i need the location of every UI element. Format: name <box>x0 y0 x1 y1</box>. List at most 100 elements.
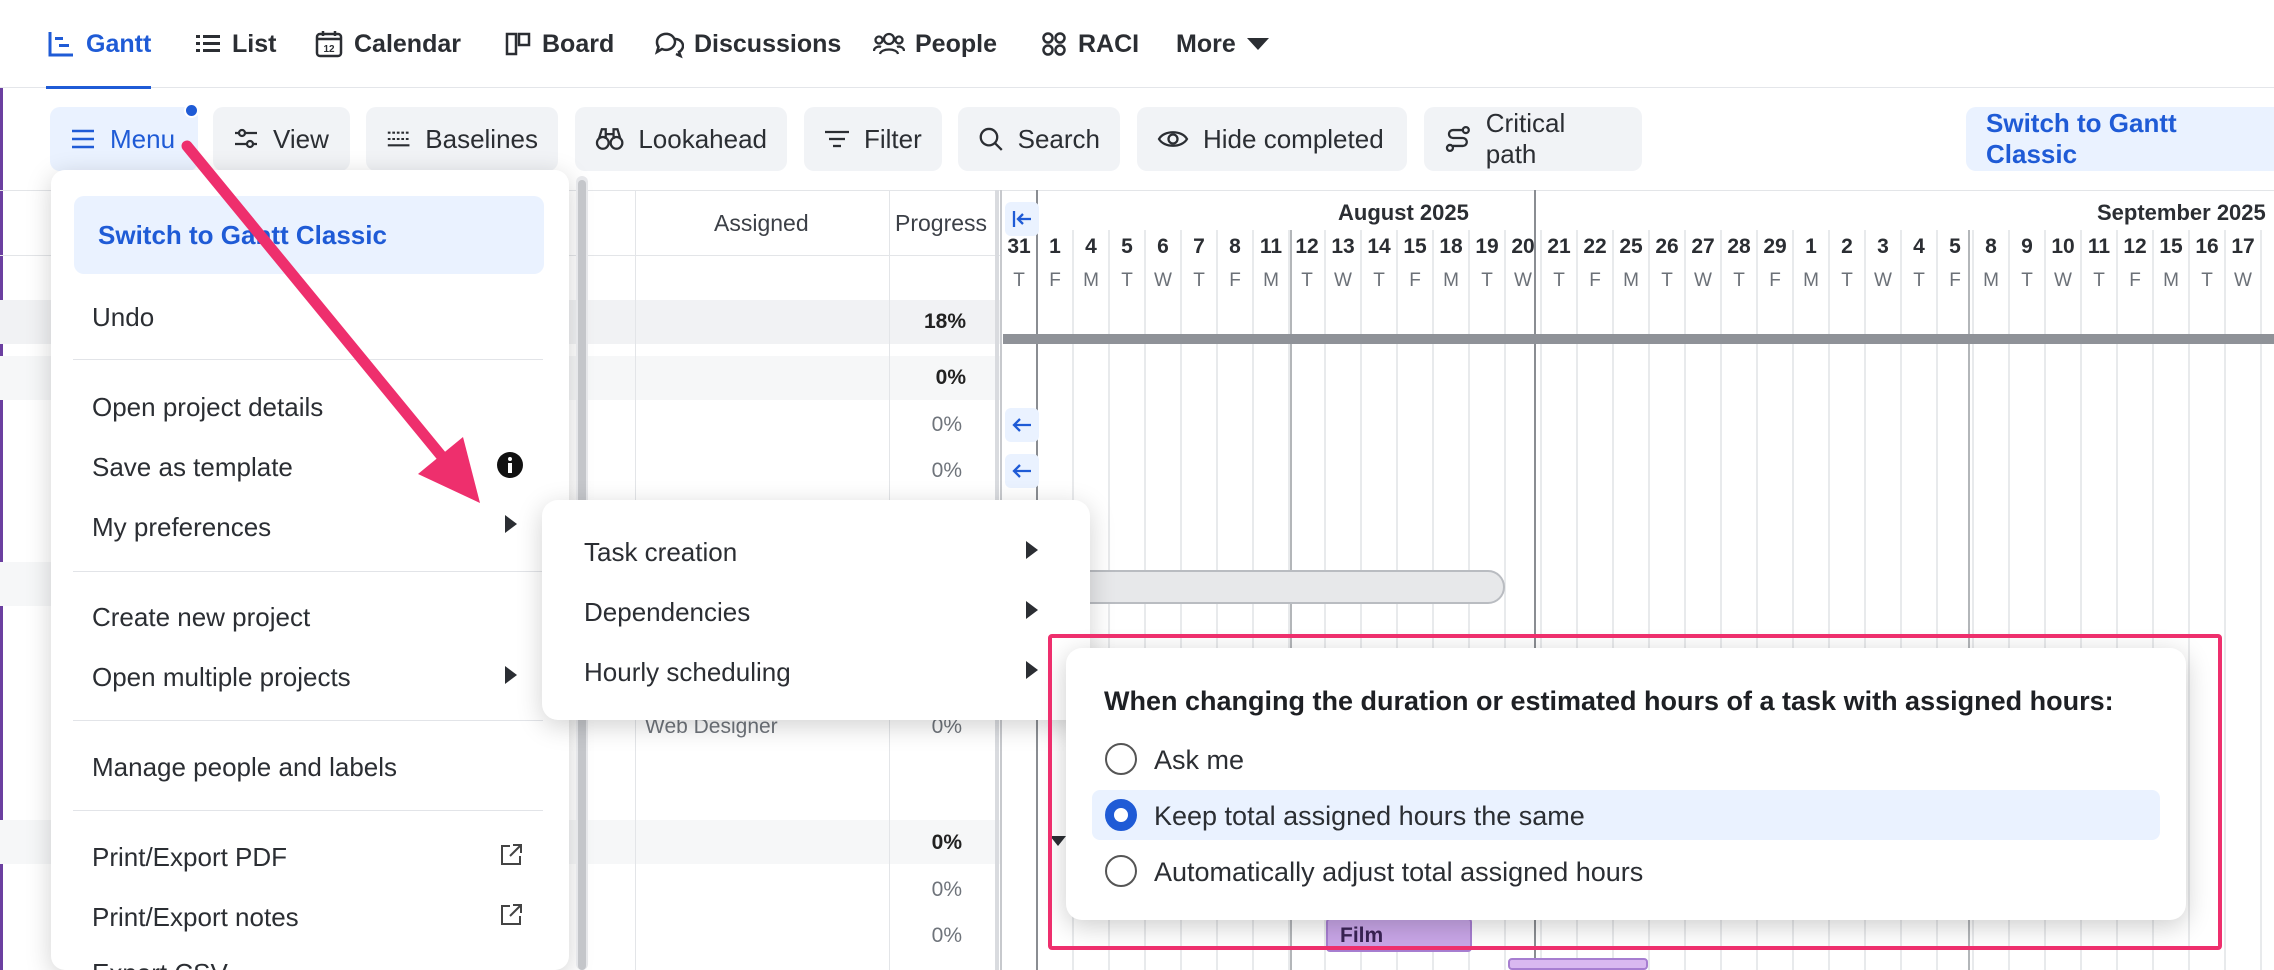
search-icon <box>979 127 1003 151</box>
tab-gantt[interactable]: Gantt <box>46 0 152 89</box>
tab-discussions[interactable]: Discussions <box>654 0 841 88</box>
tab-list[interactable]: List <box>194 0 276 88</box>
gantt-day-letter: T <box>1553 270 1565 291</box>
menu-item-save-as-template[interactable]: Save as template <box>92 452 293 483</box>
gantt-day-number: 17 <box>2231 235 2255 258</box>
baselines-button[interactable]: Baselines <box>366 107 558 171</box>
gantt-day-letter: F <box>1949 270 1961 291</box>
progress-cell: 0% <box>931 924 962 947</box>
critical-path-button[interactable]: Critical path <box>1424 107 1642 171</box>
gantt-day-letter: F <box>1229 270 1241 291</box>
arrow-left-icon <box>1012 464 1031 478</box>
lookahead-button-label: Lookahead <box>638 123 767 154</box>
col-header-assigned[interactable]: Assigned <box>714 210 809 237</box>
gantt-day-letter: T <box>1733 270 1745 291</box>
menu-item-undo[interactable]: Undo <box>92 302 154 333</box>
collapse-left-button[interactable] <box>1005 202 1039 236</box>
submenu-arrow-icon <box>1026 541 1038 559</box>
gantt-day-letter: W <box>1154 270 1172 291</box>
gantt-day-letter: F <box>1049 270 1061 291</box>
switch-classic-button[interactable]: Switch to Gantt Classic <box>1966 107 2274 171</box>
calendar-icon-text: 12 <box>323 44 335 55</box>
gantt-day-letter: W <box>2234 270 2252 291</box>
gantt-day-letter: T <box>1661 270 1673 291</box>
tab-raci[interactable]: RACI <box>1040 0 1139 88</box>
menu-item-open-multiple-projects[interactable]: Open multiple projects <box>92 662 351 693</box>
sliders-icon <box>235 128 257 149</box>
arrow-left-icon <box>1012 418 1031 432</box>
tab-people[interactable]: People <box>873 0 997 88</box>
menu-item-manage-people-labels[interactable]: Manage people and labels <box>92 752 397 783</box>
lookahead-button[interactable]: Lookahead <box>575 107 787 171</box>
gantt-day-number: 15 <box>2159 235 2183 258</box>
menu-item-switch-classic[interactable]: Switch to Gantt Classic <box>74 196 544 274</box>
gantt-day-number: 16 <box>2195 235 2219 258</box>
menu-item-print-export-notes[interactable]: Print/Export notes <box>92 902 299 933</box>
hide-completed-button[interactable]: Hide completed <box>1137 107 1407 171</box>
tab-label: People <box>915 29 997 58</box>
gantt-day-letter: M <box>1443 270 1459 291</box>
gantt-day-letter: M <box>1803 270 1819 291</box>
gantt-day-number: 9 <box>2021 235 2033 258</box>
list-icon <box>196 35 220 52</box>
submenu-arrow-icon <box>505 666 517 684</box>
gantt-day-number: 7 <box>1193 235 1205 258</box>
menu-separator <box>73 720 543 721</box>
tab-calendar[interactable]: 12 Calendar <box>314 0 461 88</box>
submenu-item-dependencies[interactable]: Dependencies <box>584 597 750 628</box>
summary-bar[interactable] <box>1003 334 2274 344</box>
menu-item-print-export-pdf[interactable]: Print/Export PDF <box>92 842 287 873</box>
menu-separator <box>73 359 543 360</box>
menu-separator <box>73 571 543 572</box>
menu-item-create-new-project[interactable]: Create new project <box>92 602 310 633</box>
col-header-progress[interactable]: Progress <box>895 210 987 237</box>
binoculars-icon <box>595 128 624 150</box>
top-nav: Gantt List 12 Calendar Board Discussions… <box>0 0 2274 89</box>
gantt-day-letter: W <box>1514 270 1532 291</box>
annotation-highlight-box <box>1048 634 2222 950</box>
progress-cell: 0% <box>931 413 962 436</box>
submenu-arrow-icon <box>1026 661 1038 679</box>
menu-item-open-project-details[interactable]: Open project details <box>92 392 323 423</box>
gantt-day-letter: T <box>1841 270 1853 291</box>
gantt-day-letter: T <box>1481 270 1493 291</box>
tab-board[interactable]: Board <box>504 0 614 88</box>
scroll-to-task-button[interactable] <box>1005 408 1039 442</box>
switch-classic-label: Switch to Gantt Classic <box>1986 108 2177 169</box>
gantt-day-number: 19 <box>1475 235 1499 258</box>
tab-label: Discussions <box>694 29 842 58</box>
task-bar[interactable] <box>1508 958 1648 970</box>
menu-item-export-csv[interactable]: Export CSV <box>92 958 228 970</box>
gantt-day-number: 1 <box>1805 235 1817 258</box>
info-icon[interactable] <box>496 451 524 479</box>
menu-button[interactable]: Menu <box>50 107 198 171</box>
submenu-item-task-creation[interactable]: Task creation <box>584 537 737 568</box>
gantt-day-number: 25 <box>1619 235 1643 258</box>
tab-label: List <box>232 29 277 58</box>
gantt-day-letter: T <box>1373 270 1385 291</box>
calendar-icon: 12 <box>315 31 343 58</box>
menu-item-my-preferences[interactable]: My preferences <box>92 512 271 543</box>
scroll-to-task-button[interactable] <box>1005 454 1039 488</box>
gantt-day-number: 2 <box>1841 235 1853 258</box>
progress-cell: 0% <box>931 878 962 901</box>
gantt-day-number: 10 <box>2051 235 2075 258</box>
gantt-day-letter: T <box>1121 270 1133 291</box>
tab-more[interactable]: More <box>1176 0 1270 88</box>
filter-button[interactable]: Filter <box>804 107 942 171</box>
view-button[interactable]: View <box>213 107 350 171</box>
gantt-day-number: 14 <box>1367 235 1391 258</box>
submenu-item-hourly-scheduling[interactable]: Hourly scheduling <box>584 657 791 688</box>
month-label: August 2025 <box>1338 200 1469 225</box>
gantt-day-number: 1 <box>1049 235 1061 258</box>
gantt-day-number: 4 <box>1085 235 1097 258</box>
gantt-day-number: 8 <box>1985 235 1997 258</box>
search-button[interactable]: Search <box>958 107 1120 171</box>
filter-icon <box>825 130 849 148</box>
gantt-day-letter: M <box>1623 270 1639 291</box>
task-bar[interactable] <box>1060 570 1505 604</box>
hamburger-icon <box>72 129 94 149</box>
gantt-day-number: 3 <box>1877 235 1889 258</box>
tab-label: Board <box>542 29 615 58</box>
gantt-day-number: 11 <box>1259 235 1283 258</box>
